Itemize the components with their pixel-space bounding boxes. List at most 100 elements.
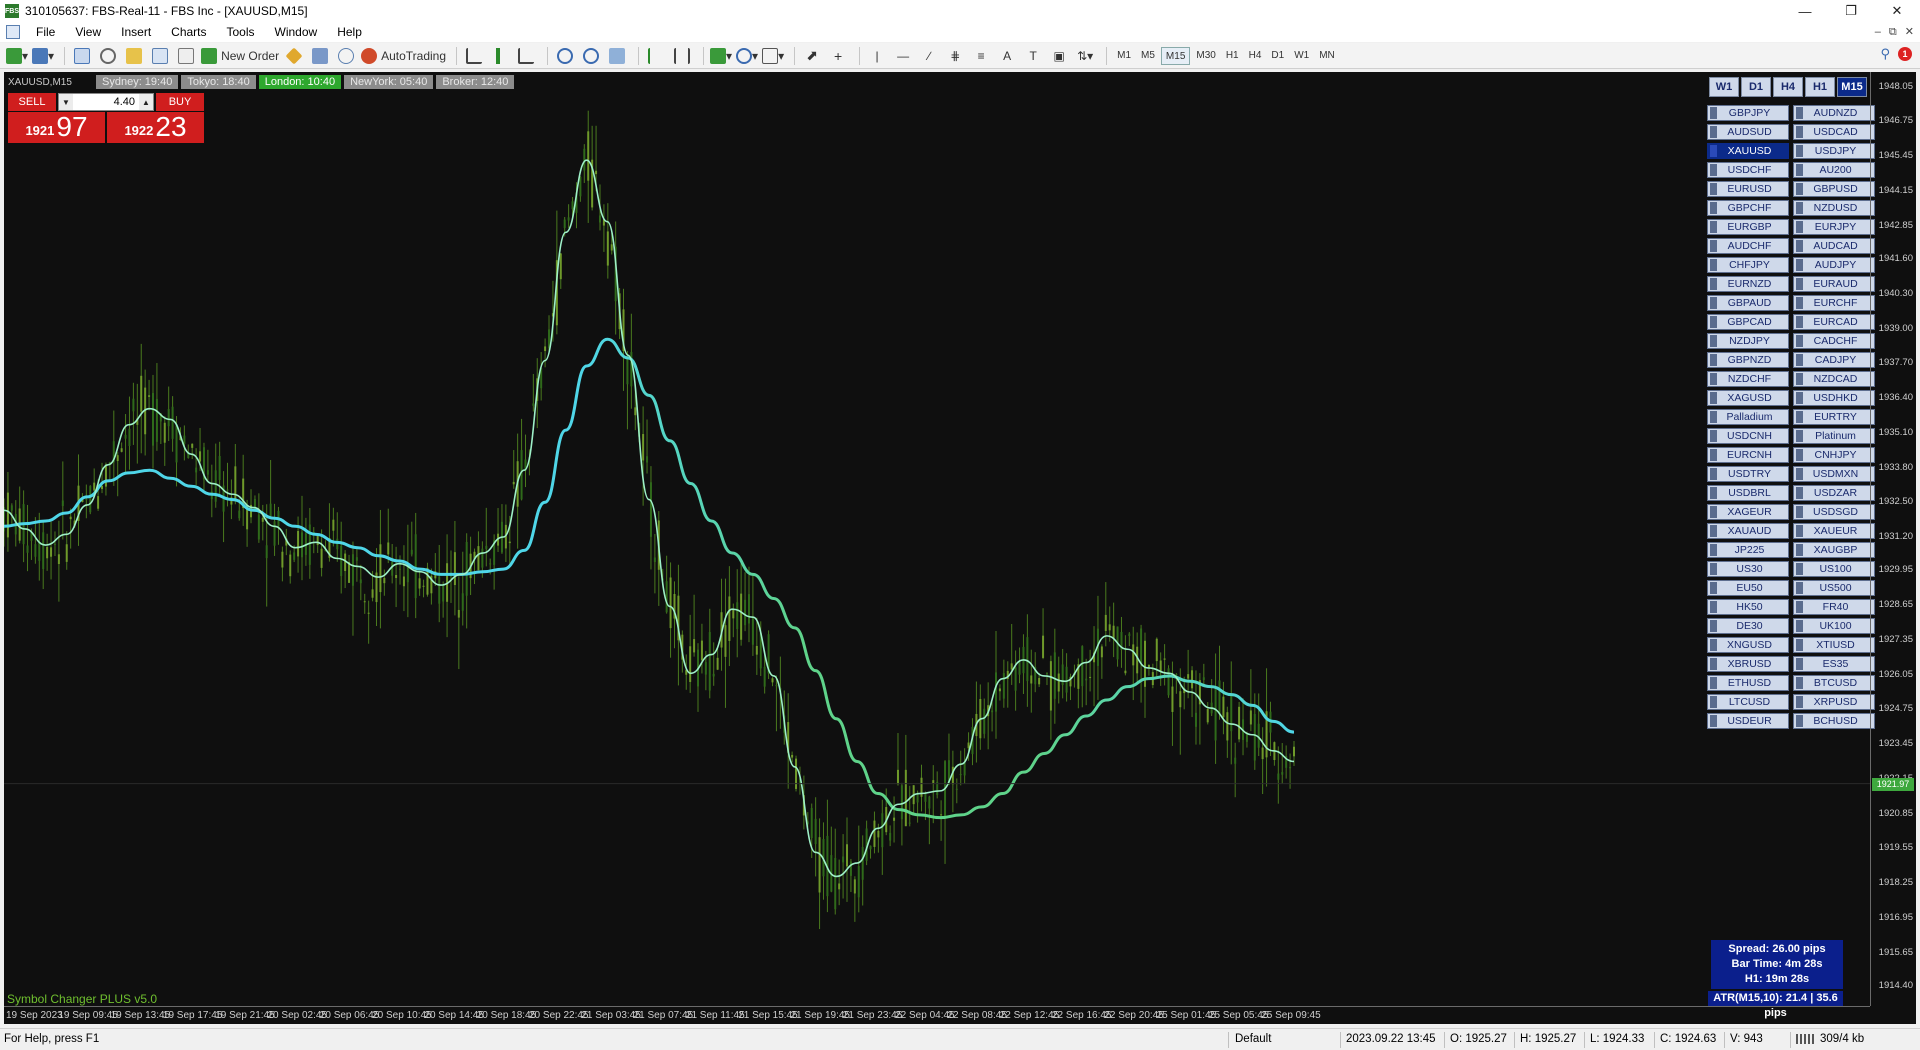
symbol-button-gbpnzd[interactable]: GBPNZD <box>1707 352 1789 368</box>
price-axis[interactable]: 1948.05 1946.75 1945.45 1944.15 1942.85 1941.… <box>1870 72 1916 1006</box>
maximize-icon[interactable]: ❐ <box>1828 0 1874 22</box>
horizontal-line-button[interactable]: — <box>892 45 914 67</box>
timeframe-mn[interactable]: MN <box>1315 47 1339 65</box>
bar-chart-button[interactable] <box>463 45 485 67</box>
new-order-button[interactable]: New Order <box>201 45 279 67</box>
symbol-button-gbpusd[interactable]: GBPUSD <box>1793 181 1875 197</box>
equidistant-channel-button[interactable]: ⋕ <box>944 45 966 67</box>
symbol-button-de30[interactable]: DE30 <box>1707 618 1789 634</box>
time-axis[interactable]: 19 Sep 2023 19 Sep 09:45 19 Sep 13:45 19 Se… <box>4 1006 1870 1024</box>
symbol-button-ethusd[interactable]: ETHUSD <box>1707 675 1789 691</box>
zoom-in-button[interactable] <box>554 45 576 67</box>
lot-decrease-icon[interactable]: ▼ <box>59 94 73 110</box>
sell-button[interactable]: SELL <box>8 93 56 111</box>
fibonacci-button[interactable]: ≡ <box>970 45 992 67</box>
signals-button[interactable] <box>283 45 305 67</box>
changer-tf-w1[interactable]: W1 <box>1709 77 1739 97</box>
chart-window-icon[interactable] <box>6 25 20 39</box>
symbol-button-gbpaud[interactable]: GBPAUD <box>1707 295 1789 311</box>
menu-charts[interactable]: Charts <box>161 22 216 42</box>
symbol-button-uk100[interactable]: UK100 <box>1793 618 1875 634</box>
timeframe-h1[interactable]: H1 <box>1222 47 1243 65</box>
changer-tf-h1[interactable]: H1 <box>1805 77 1835 97</box>
mdi-minimize-icon[interactable]: – <box>1875 22 1881 42</box>
search-icon[interactable]: ⚲ <box>1880 46 1890 62</box>
symbol-button-jp225[interactable]: JP225 <box>1707 542 1789 558</box>
changer-tf-d1[interactable]: D1 <box>1741 77 1771 97</box>
symbol-button-xauaud[interactable]: XAUAUD <box>1707 523 1789 539</box>
data-window-button[interactable] <box>97 45 119 67</box>
autotrading-button[interactable]: AutoTrading <box>361 45 446 67</box>
cursor-button[interactable]: ⬈ <box>801 45 823 67</box>
market-watch-button[interactable] <box>71 45 93 67</box>
symbol-button-usdsgd[interactable]: USDSGD <box>1793 504 1875 520</box>
symbol-button-platinum[interactable]: Platinum <box>1793 428 1875 444</box>
indicators-button[interactable]: ▾ <box>710 45 732 67</box>
symbol-button-usdchf[interactable]: USDCHF <box>1707 162 1789 178</box>
tile-windows-button[interactable] <box>606 45 628 67</box>
periods-button[interactable]: ▾ <box>736 45 758 67</box>
menu-help[interactable]: Help <box>327 22 372 42</box>
timeframe-h4[interactable]: H4 <box>1245 47 1266 65</box>
menu-file[interactable]: File <box>26 22 65 42</box>
changer-tf-m15[interactable]: M15 <box>1837 77 1867 97</box>
symbol-button-usdmxn[interactable]: USDMXN <box>1793 466 1875 482</box>
symbol-button-usdhkd[interactable]: USDHKD <box>1793 390 1875 406</box>
symbol-button-xageur[interactable]: XAGEUR <box>1707 504 1789 520</box>
symbol-button-nzdusd[interactable]: NZDUSD <box>1793 200 1875 216</box>
symbol-button-audjpy[interactable]: AUDJPY <box>1793 257 1875 273</box>
lot-increase-icon[interactable]: ▲ <box>139 94 153 110</box>
symbol-button-usdtry[interactable]: USDTRY <box>1707 466 1789 482</box>
symbol-button-nzdjpy[interactable]: NZDJPY <box>1707 333 1789 349</box>
symbol-button-nzdchf[interactable]: NZDCHF <box>1707 371 1789 387</box>
mdi-restore-icon[interactable]: ⧉ <box>1889 22 1897 42</box>
lot-value[interactable]: 4.40 <box>73 96 139 108</box>
symbol-button-us500[interactable]: US500 <box>1793 580 1875 596</box>
menu-view[interactable]: View <box>65 22 111 42</box>
symbol-button-ltcusd[interactable]: LTCUSD <box>1707 694 1789 710</box>
terminal-button[interactable] <box>149 45 171 67</box>
symbol-button-audchf[interactable]: AUDCHF <box>1707 238 1789 254</box>
symbol-button-xrpusd[interactable]: XRPUSD <box>1793 694 1875 710</box>
chart-shift-button[interactable] <box>671 45 693 67</box>
symbol-button-usdbrl[interactable]: USDBRL <box>1707 485 1789 501</box>
symbol-button-xbrusd[interactable]: XBRUSD <box>1707 656 1789 672</box>
symbol-button-palladium[interactable]: Palladium <box>1707 409 1789 425</box>
mdi-close-icon[interactable]: ✕ <box>1905 22 1914 42</box>
menu-window[interactable]: Window <box>265 22 328 42</box>
symbol-button-btcusd[interactable]: BTCUSD <box>1793 675 1875 691</box>
symbol-button-cnhjpy[interactable]: CNHJPY <box>1793 447 1875 463</box>
symbol-button-eurcad[interactable]: EURCAD <box>1793 314 1875 330</box>
strategy-tester-button[interactable] <box>175 45 197 67</box>
shapes-button[interactable]: ⇅▾ <box>1074 45 1096 67</box>
symbol-button-eurchf[interactable]: EURCHF <box>1793 295 1875 311</box>
market-button[interactable] <box>309 45 331 67</box>
vertical-line-button[interactable]: | <box>866 45 888 67</box>
templates-button[interactable]: ▾ <box>762 45 784 67</box>
symbol-button-cadjpy[interactable]: CADJPY <box>1793 352 1875 368</box>
lot-size-field[interactable]: ▼ 4.40 ▲ <box>58 93 154 111</box>
trendline-button[interactable]: ∕ <box>918 45 940 67</box>
menu-insert[interactable]: Insert <box>111 22 161 42</box>
symbol-button-audcad[interactable]: AUDCAD <box>1793 238 1875 254</box>
symbol-button-eurnzd[interactable]: EURNZD <box>1707 276 1789 292</box>
symbol-button-audnzd[interactable]: AUDNZD <box>1793 105 1875 121</box>
symbol-button-xauusd[interactable]: XAUUSD <box>1707 143 1789 159</box>
changer-tf-h4[interactable]: H4 <box>1773 77 1803 97</box>
symbol-button-xaugbp[interactable]: XAUGBP <box>1793 542 1875 558</box>
candlestick-button[interactable] <box>489 45 511 67</box>
symbol-button-usdcnh[interactable]: USDCNH <box>1707 428 1789 444</box>
symbol-button-eu50[interactable]: EU50 <box>1707 580 1789 596</box>
symbol-button-usdjpy[interactable]: USDJPY <box>1793 143 1875 159</box>
symbol-button-nzdcad[interactable]: NZDCAD <box>1793 371 1875 387</box>
timeframe-d1[interactable]: D1 <box>1267 47 1288 65</box>
symbol-button-gbpjpy[interactable]: GBPJPY <box>1707 105 1789 121</box>
profiles-button[interactable]: ▾ <box>32 45 54 67</box>
symbol-button-au200[interactable]: AU200 <box>1793 162 1875 178</box>
symbol-button-usdeur[interactable]: USDEUR <box>1707 713 1789 729</box>
symbol-button-us30[interactable]: US30 <box>1707 561 1789 577</box>
symbol-button-eurgbp[interactable]: EURGBP <box>1707 219 1789 235</box>
close-icon[interactable]: ✕ <box>1874 0 1920 22</box>
symbol-button-audsud[interactable]: AUDSUD <box>1707 124 1789 140</box>
zoom-out-button[interactable] <box>580 45 602 67</box>
